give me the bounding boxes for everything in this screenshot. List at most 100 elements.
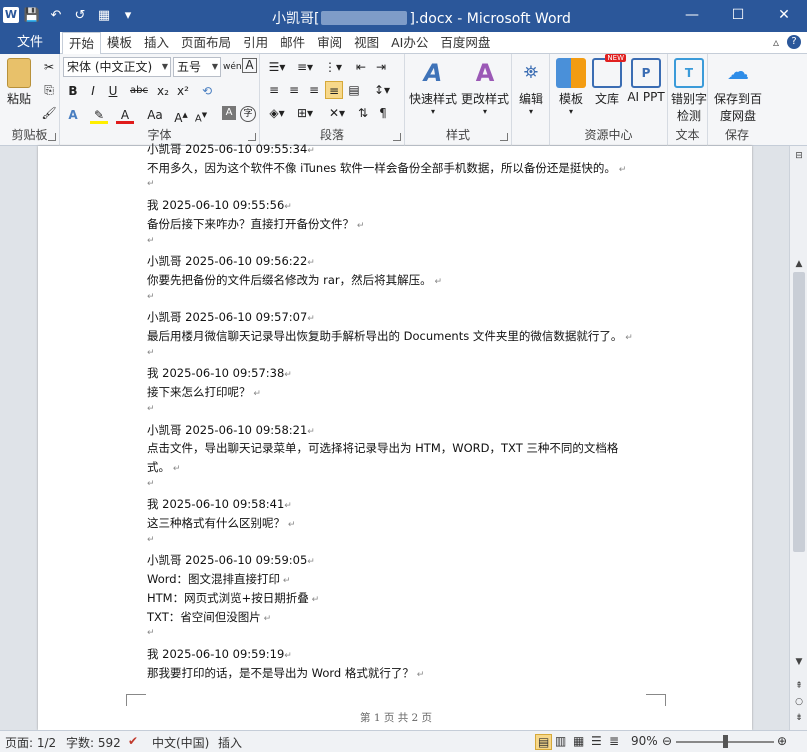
tab-page-layout[interactable]: 页面布局 bbox=[175, 32, 237, 54]
sort-icon[interactable]: ⇅ bbox=[354, 104, 372, 122]
change-styles-button[interactable]: A 更改样式 ▾ bbox=[459, 56, 511, 116]
full-screen-reading-icon[interactable]: ▥ bbox=[555, 734, 566, 748]
tab-references[interactable]: 引用 bbox=[237, 32, 274, 54]
justify-icon[interactable]: ≡ bbox=[325, 81, 343, 99]
save-icon[interactable]: 💾 bbox=[22, 6, 42, 26]
shrink-font-icon[interactable]: A▼ bbox=[192, 106, 210, 124]
scroll-up-icon[interactable]: ▲ bbox=[793, 258, 805, 270]
chinese-layout-icon[interactable]: ✕▾ bbox=[325, 104, 349, 122]
tab-baidu-netdisk[interactable]: 百度网盘 bbox=[434, 32, 496, 54]
font-launcher[interactable] bbox=[248, 133, 256, 141]
shading-icon[interactable]: ◈▾ bbox=[265, 104, 289, 122]
document-page[interactable] bbox=[38, 146, 752, 730]
paste-button[interactable]: 粘贴 bbox=[4, 56, 34, 107]
tab-insert[interactable]: 插入 bbox=[138, 32, 175, 54]
zoom-slider-thumb[interactable] bbox=[722, 735, 728, 748]
browse-object-icon[interactable]: ○ bbox=[793, 696, 805, 708]
paragraph-launcher[interactable] bbox=[393, 133, 401, 141]
vertical-scrollbar[interactable]: ⊟ ▲ ▼ ⇞ ○ ⇟ bbox=[789, 146, 807, 730]
tab-mailings[interactable]: 邮件 bbox=[274, 32, 311, 54]
format-painter-icon[interactable]: 🖌 bbox=[40, 104, 58, 122]
align-center-icon[interactable]: ≡ bbox=[285, 81, 303, 99]
tab-template[interactable]: 模板 bbox=[101, 32, 138, 54]
char-shading-icon[interactable]: A bbox=[222, 106, 236, 120]
numbering-icon[interactable]: ≡▾ bbox=[293, 58, 317, 76]
ai-ppt-button[interactable]: P AI PPT bbox=[624, 56, 668, 104]
template-button[interactable]: 模板 ▾ bbox=[552, 56, 590, 116]
tab-file[interactable]: 文件 bbox=[0, 32, 60, 54]
enclose-char-icon[interactable]: 字 bbox=[240, 106, 256, 122]
undo-icon[interactable]: ↶ bbox=[46, 6, 66, 26]
maximize-button[interactable]: ☐ bbox=[715, 0, 761, 30]
message-line: HTM：网页式浏览+按日期折叠 ↵ bbox=[147, 590, 319, 606]
align-right-icon[interactable]: ≡ bbox=[305, 81, 323, 99]
zoom-level[interactable]: 90% bbox=[631, 734, 658, 748]
edit-button[interactable]: ⛯ 编辑 ▾ bbox=[514, 56, 548, 116]
multilevel-list-icon[interactable]: ⋮▾ bbox=[321, 58, 345, 76]
line-spacing-icon[interactable]: ↕▾ bbox=[370, 81, 394, 99]
grow-font-icon[interactable]: A▲ bbox=[172, 106, 190, 125]
subscript-icon[interactable]: x₂ bbox=[154, 82, 172, 100]
increase-indent-icon[interactable]: ⇥ bbox=[372, 58, 390, 76]
change-case-icon[interactable]: ⟲ bbox=[198, 82, 216, 100]
align-left-icon[interactable]: ≡ bbox=[265, 81, 283, 99]
tab-review[interactable]: 审阅 bbox=[311, 32, 348, 54]
web-layout-icon[interactable]: ▦ bbox=[573, 734, 584, 748]
redo-icon[interactable]: ↺ bbox=[70, 6, 90, 26]
spell-check-button[interactable]: T 错别字 检测 bbox=[670, 56, 708, 124]
decrease-indent-icon[interactable]: ⇤ bbox=[352, 58, 370, 76]
collapse-ribbon-icon[interactable]: ▵ bbox=[773, 35, 779, 49]
cut-icon[interactable]: ✂ bbox=[40, 58, 58, 76]
page-indicator[interactable]: 页面: 1/2 bbox=[5, 734, 56, 751]
next-page-icon[interactable]: ⇟ bbox=[793, 712, 805, 724]
message-text: 备份后接下来咋办？直接打开备份文件？ bbox=[147, 216, 354, 231]
highlight-icon[interactable]: ✎ bbox=[90, 106, 108, 124]
scroll-thumb[interactable] bbox=[793, 272, 805, 552]
close-button[interactable]: ✕ bbox=[761, 0, 807, 30]
library-button[interactable]: NEW 文库 bbox=[590, 54, 626, 107]
minimize-button[interactable]: — bbox=[669, 0, 715, 30]
proofing-icon[interactable]: ✔ bbox=[128, 734, 138, 748]
print-layout-icon[interactable]: ▤ bbox=[535, 734, 553, 750]
phonetic-guide-icon[interactable]: wén bbox=[223, 58, 242, 76]
scroll-down-icon[interactable]: ▼ bbox=[793, 656, 805, 668]
italic-icon[interactable]: I bbox=[84, 82, 102, 100]
table-icon[interactable]: ▦ bbox=[94, 6, 114, 26]
title-suffix: ].docx - Microsoft Word bbox=[409, 11, 571, 27]
borders-icon[interactable]: ⊞▾ bbox=[293, 104, 317, 122]
language-indicator[interactable]: 中文(中国) bbox=[152, 734, 209, 751]
insert-mode[interactable]: 插入 bbox=[218, 734, 242, 751]
show-marks-icon[interactable]: ¶ bbox=[374, 104, 392, 122]
copy-icon[interactable]: ⎘ bbox=[40, 81, 58, 99]
prev-page-icon[interactable]: ⇞ bbox=[793, 680, 805, 692]
outline-icon[interactable]: ☰ bbox=[591, 734, 602, 748]
zoom-in-icon[interactable]: ⊕ bbox=[777, 734, 787, 748]
save-to-baidu-button[interactable]: ☁ 保存到百 度网盘 bbox=[710, 56, 766, 124]
bold-icon[interactable]: B bbox=[64, 82, 82, 100]
word-app-icon[interactable]: W bbox=[3, 7, 19, 23]
char-border-icon[interactable]: A bbox=[242, 58, 257, 73]
font-color-icon[interactable]: A bbox=[116, 106, 134, 124]
tab-home[interactable]: 开始 bbox=[62, 32, 102, 55]
font-name-combo[interactable]: 宋体 (中文正文) ▼ bbox=[63, 57, 171, 77]
tab-ai-office[interactable]: AI办公 bbox=[385, 32, 434, 54]
superscript-icon[interactable]: x² bbox=[174, 82, 192, 100]
word-count[interactable]: 字数: 592 bbox=[66, 734, 121, 751]
underline-icon[interactable]: U bbox=[104, 82, 122, 100]
text-effects-icon[interactable]: A bbox=[64, 106, 82, 124]
ruler-toggle-icon[interactable]: ⊟ bbox=[793, 150, 805, 162]
font-size-combo[interactable]: 五号 ▼ bbox=[173, 57, 221, 77]
bullets-icon[interactable]: ☰▾ bbox=[265, 58, 289, 76]
distributed-icon[interactable]: ▤ bbox=[345, 81, 363, 99]
tab-view[interactable]: 视图 bbox=[348, 32, 385, 54]
draft-icon[interactable]: ≣ bbox=[609, 734, 619, 748]
font-size-aa-icon[interactable]: Aa bbox=[142, 106, 168, 124]
styles-launcher[interactable] bbox=[500, 133, 508, 141]
quick-styles-button[interactable]: A 快速样式 ▾ bbox=[407, 56, 459, 116]
strikethrough-icon[interactable]: abc bbox=[128, 82, 150, 100]
clipboard-launcher[interactable] bbox=[48, 133, 56, 141]
message-text: Word：图文混排直接打印 bbox=[147, 572, 281, 587]
customize-qat-icon[interactable]: ▾ bbox=[118, 6, 138, 26]
zoom-out-icon[interactable]: ⊖ bbox=[662, 734, 672, 748]
help-icon[interactable]: ? bbox=[787, 35, 801, 49]
